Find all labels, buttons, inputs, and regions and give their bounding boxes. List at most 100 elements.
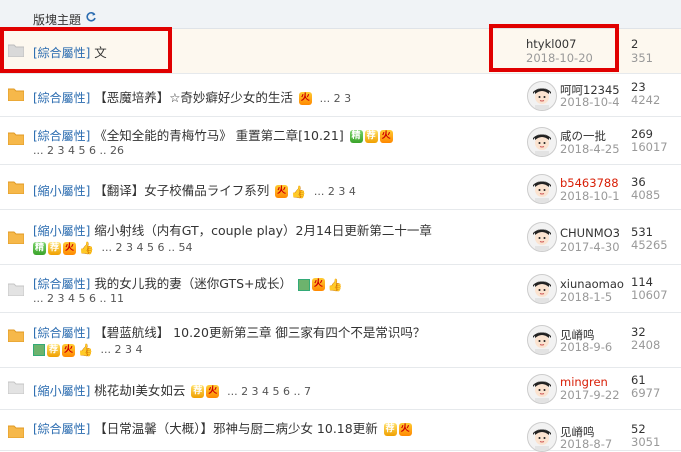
thread-date: 2018-9-6 <box>560 340 613 354</box>
thread-date: 2017-4-30 <box>560 240 620 254</box>
view-count: 4085 <box>631 188 661 202</box>
thread-row[interactable]: [綜合屬性] 【碧蓝航线】 10.20更新第三章 御三家有四个不是常识吗？ 荐火… <box>0 313 681 368</box>
view-count: 3051 <box>631 435 661 449</box>
page-links[interactable]: ... 2 3 4 5 6 .. 54 <box>102 241 193 254</box>
reply-count: 23 <box>631 80 646 94</box>
thread-title[interactable]: 桃花劫I美女如云 <box>94 383 185 398</box>
thread-category[interactable]: [縮小屬性] <box>33 224 90 238</box>
thread-title[interactable]: 【恶魔培养】☆奇妙癖好少女的生活 <box>94 90 293 105</box>
section-title: 版塊主題 <box>33 13 82 27</box>
thread-author[interactable]: mingren <box>560 375 608 389</box>
thread-date: 2018-1-5 <box>560 290 613 304</box>
thumbs-up-icon: 👍 <box>291 184 307 199</box>
hot-badge-icon: 火 <box>298 92 312 105</box>
folder-new-icon <box>8 131 24 145</box>
recommend-badge-icon: 荐 <box>191 385 205 398</box>
view-count: 351 <box>631 51 653 65</box>
recommend-badge-icon: 荐 <box>47 343 61 357</box>
avatar[interactable] <box>527 325 557 355</box>
avatar[interactable] <box>527 374 557 404</box>
hot-badge-icon: 火 <box>398 423 412 436</box>
view-count: 45265 <box>631 238 668 252</box>
recommend-badge-icon: 荐 <box>364 130 378 143</box>
thread-category[interactable]: [綜合屬性] <box>33 326 90 340</box>
avatar[interactable] <box>527 222 557 252</box>
thumbs-up-icon: 👍 <box>327 277 343 292</box>
reply-count: 52 <box>631 422 646 436</box>
thread-date: 2018-8-7 <box>560 437 613 451</box>
folder-new-icon <box>8 180 24 194</box>
page-links[interactable]: ... 2 3 4 5 6 .. 11 <box>33 292 124 305</box>
thread-category[interactable]: [綜合屬性] <box>33 91 90 105</box>
folder-new-icon <box>8 87 24 101</box>
hot-badge-icon: 火 <box>275 185 289 198</box>
thread-author[interactable]: xiunaomao <box>560 277 624 291</box>
thumbs-up-icon: 👍 <box>79 241 94 255</box>
thread-row[interactable]: [縮小屬性] 缩小射线（内有GT，couple play）2月14日更新第二十一… <box>0 210 681 265</box>
reply-count: 114 <box>631 275 653 289</box>
reply-count: 269 <box>631 127 653 141</box>
thread-row[interactable]: [綜合屬性] 我的女儿我的妻（迷你GTS+成长） 火 👍 ... 2 3 4 5 … <box>0 265 681 313</box>
hot-badge-icon: 火 <box>206 385 220 398</box>
thread-row[interactable]: [縮小屬性] 桃花劫I美女如云 荐火 ... 2 3 4 5 6 .. 7 mi… <box>0 368 681 410</box>
thread-title[interactable]: 【日常温馨（大概）】邪神与厨二病少女 10.18更新 <box>94 421 378 436</box>
reply-count: 36 <box>631 175 646 189</box>
hot-badge-icon: 火 <box>379 130 393 143</box>
thread-row[interactable]: [綜合屬性] 《全知全能的青梅竹马》 重置第二章[10.21] 精荐火 ... … <box>0 117 681 165</box>
hot-badge-icon: 火 <box>63 241 77 255</box>
view-count: 10607 <box>631 288 668 302</box>
folder-new-icon <box>8 328 24 342</box>
hot-badge-icon: 火 <box>311 278 325 291</box>
refresh-icon[interactable] <box>85 11 97 23</box>
reply-count: 2 <box>631 37 639 51</box>
thread-date: 2018-10-1 <box>560 189 620 203</box>
view-count: 6977 <box>631 386 661 400</box>
folder-new-icon <box>8 424 24 438</box>
hot-badge-icon: 火 <box>62 343 76 357</box>
thread-title[interactable]: 缩小射线（内有GT，couple play）2月14日更新第二十一章 <box>94 223 432 238</box>
highlight-box-author <box>489 24 619 72</box>
digest-badge-icon: 精 <box>33 241 47 255</box>
thread-row[interactable]: [綜合屬性] 【恶魔培养】☆奇妙癖好少女的生活 火 ... 2 3 呵呵1234… <box>0 74 681 117</box>
thread-title[interactable]: 【碧蓝航线】 10.20更新第三章 御三家有四个不是常识吗？ <box>94 325 425 340</box>
view-count: 16017 <box>631 140 668 154</box>
reply-count: 61 <box>631 373 646 387</box>
thread-category[interactable]: [縮小屬性] <box>33 184 90 198</box>
folder-read-icon <box>8 282 24 296</box>
reply-count: 531 <box>631 225 653 239</box>
image-attachment-icon <box>297 278 310 291</box>
page-links[interactable]: ... 2 3 4 5 6 .. 7 <box>227 385 311 398</box>
avatar[interactable] <box>527 127 557 157</box>
view-count: 4242 <box>631 93 661 107</box>
folder-new-icon <box>8 230 24 244</box>
highlight-box-title <box>0 27 172 73</box>
thread-date: 2018-10-4 <box>560 95 620 109</box>
thread-title[interactable]: 我的女儿我的妻（迷你GTS+成长） <box>94 276 292 291</box>
thread-title[interactable]: 【翻译】女子校備品ライフ系列 <box>94 183 269 198</box>
thread-date: 2017-9-22 <box>560 388 620 402</box>
thread-date: 2018-4-25 <box>560 142 620 156</box>
recommend-badge-icon: 荐 <box>383 423 397 436</box>
thread-category[interactable]: [綜合屬性] <box>33 422 90 436</box>
thread-category[interactable]: [縮小屬性] <box>33 384 90 398</box>
thread-author[interactable]: b5463788 <box>560 176 619 190</box>
thread-row[interactable]: [縮小屬性] 【翻译】女子校備品ライフ系列 火 👍 ... 2 3 4 b5463… <box>0 165 681 210</box>
thread-category[interactable]: [綜合屬性] <box>33 129 90 143</box>
digest-badge-icon: 精 <box>349 130 363 143</box>
reply-count: 32 <box>631 325 646 339</box>
thumbs-up-icon: 👍 <box>78 343 93 357</box>
avatar[interactable] <box>527 174 557 204</box>
page-links[interactable]: ... 2 3 4 <box>314 185 356 198</box>
thread-author[interactable]: CHUNMO3 <box>560 226 620 240</box>
thread-category[interactable]: [綜合屬性] <box>33 277 90 291</box>
avatar[interactable] <box>527 274 557 304</box>
page-links[interactable]: ... 2 3 4 5 6 .. 26 <box>33 144 124 157</box>
image-attachment-icon <box>33 344 45 356</box>
avatar[interactable] <box>527 81 557 111</box>
page-links[interactable]: ... 2 3 <box>320 92 351 105</box>
page-links[interactable]: ... 2 3 4 <box>100 343 142 356</box>
thread-title[interactable]: 《全知全能的青梅竹马》 重置第二章[10.21] <box>94 128 344 143</box>
recommend-badge-icon: 荐 <box>48 241 62 255</box>
avatar[interactable] <box>527 422 557 452</box>
folder-read-icon <box>8 380 24 394</box>
